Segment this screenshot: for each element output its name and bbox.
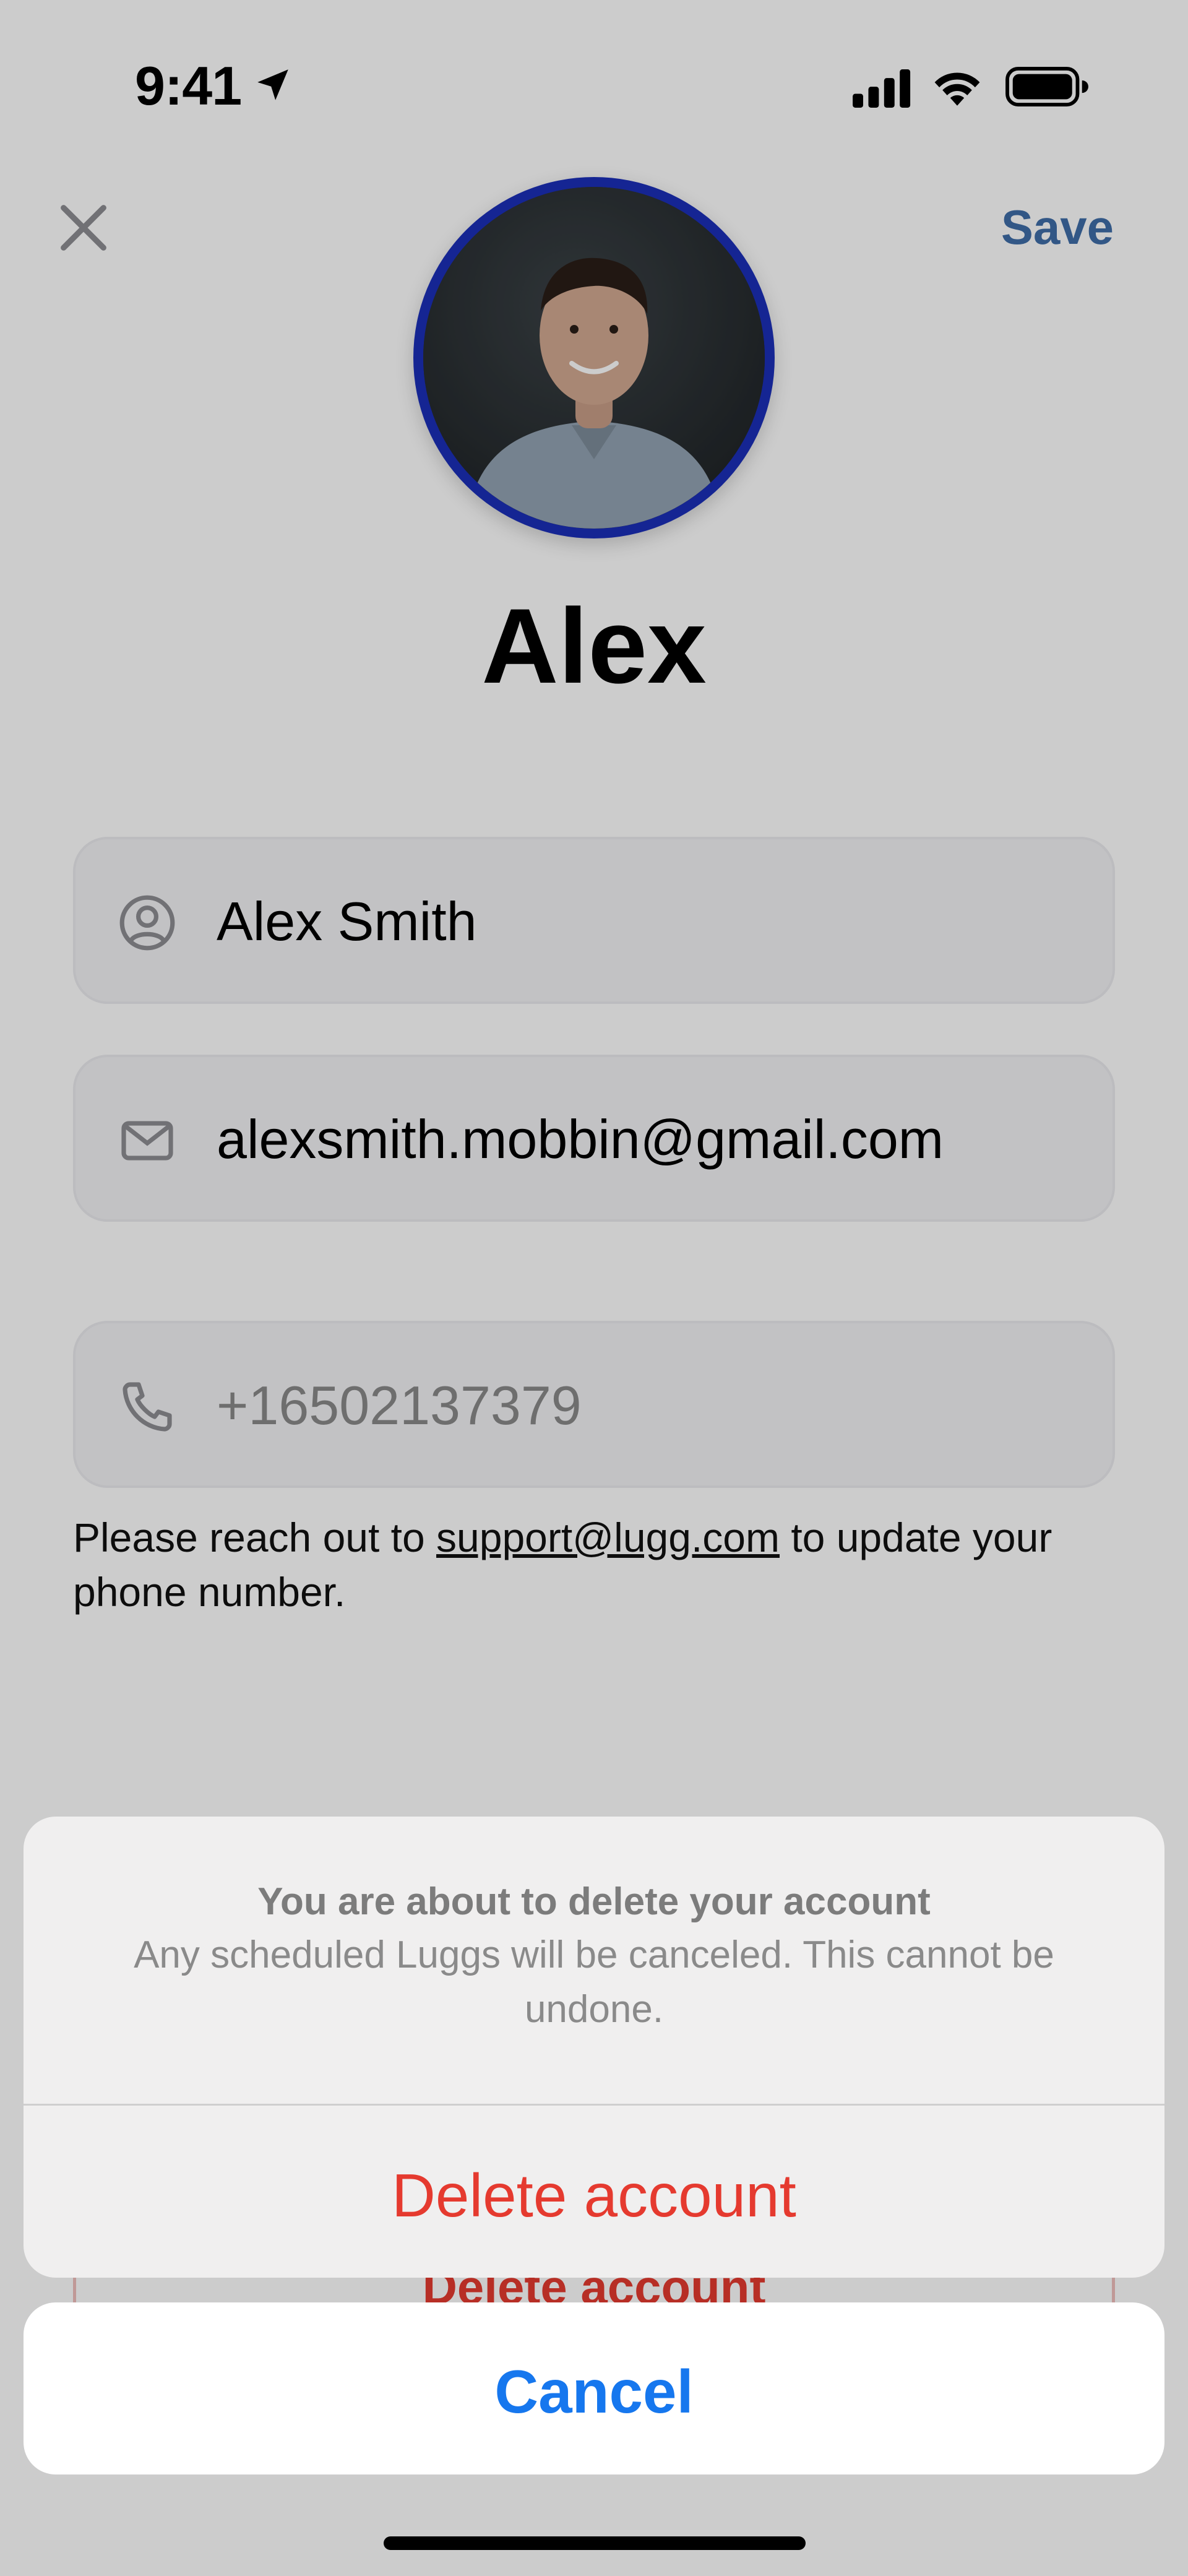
action-sheet-title: You are about to delete your account bbox=[257, 1880, 931, 1923]
action-sheet: You are about to delete your account Any… bbox=[24, 1817, 1164, 2278]
confirm-delete-button[interactable]: Delete account bbox=[24, 2106, 1164, 2278]
cancel-label: Cancel bbox=[494, 2358, 694, 2426]
confirm-delete-label: Delete account bbox=[392, 2161, 796, 2229]
action-sheet-divider bbox=[24, 2104, 1164, 2106]
home-indicator bbox=[384, 2536, 806, 2550]
cancel-button[interactable]: Cancel bbox=[24, 2302, 1164, 2474]
action-sheet-message: Any scheduled Luggs will be canceled. Th… bbox=[134, 1934, 1054, 2031]
